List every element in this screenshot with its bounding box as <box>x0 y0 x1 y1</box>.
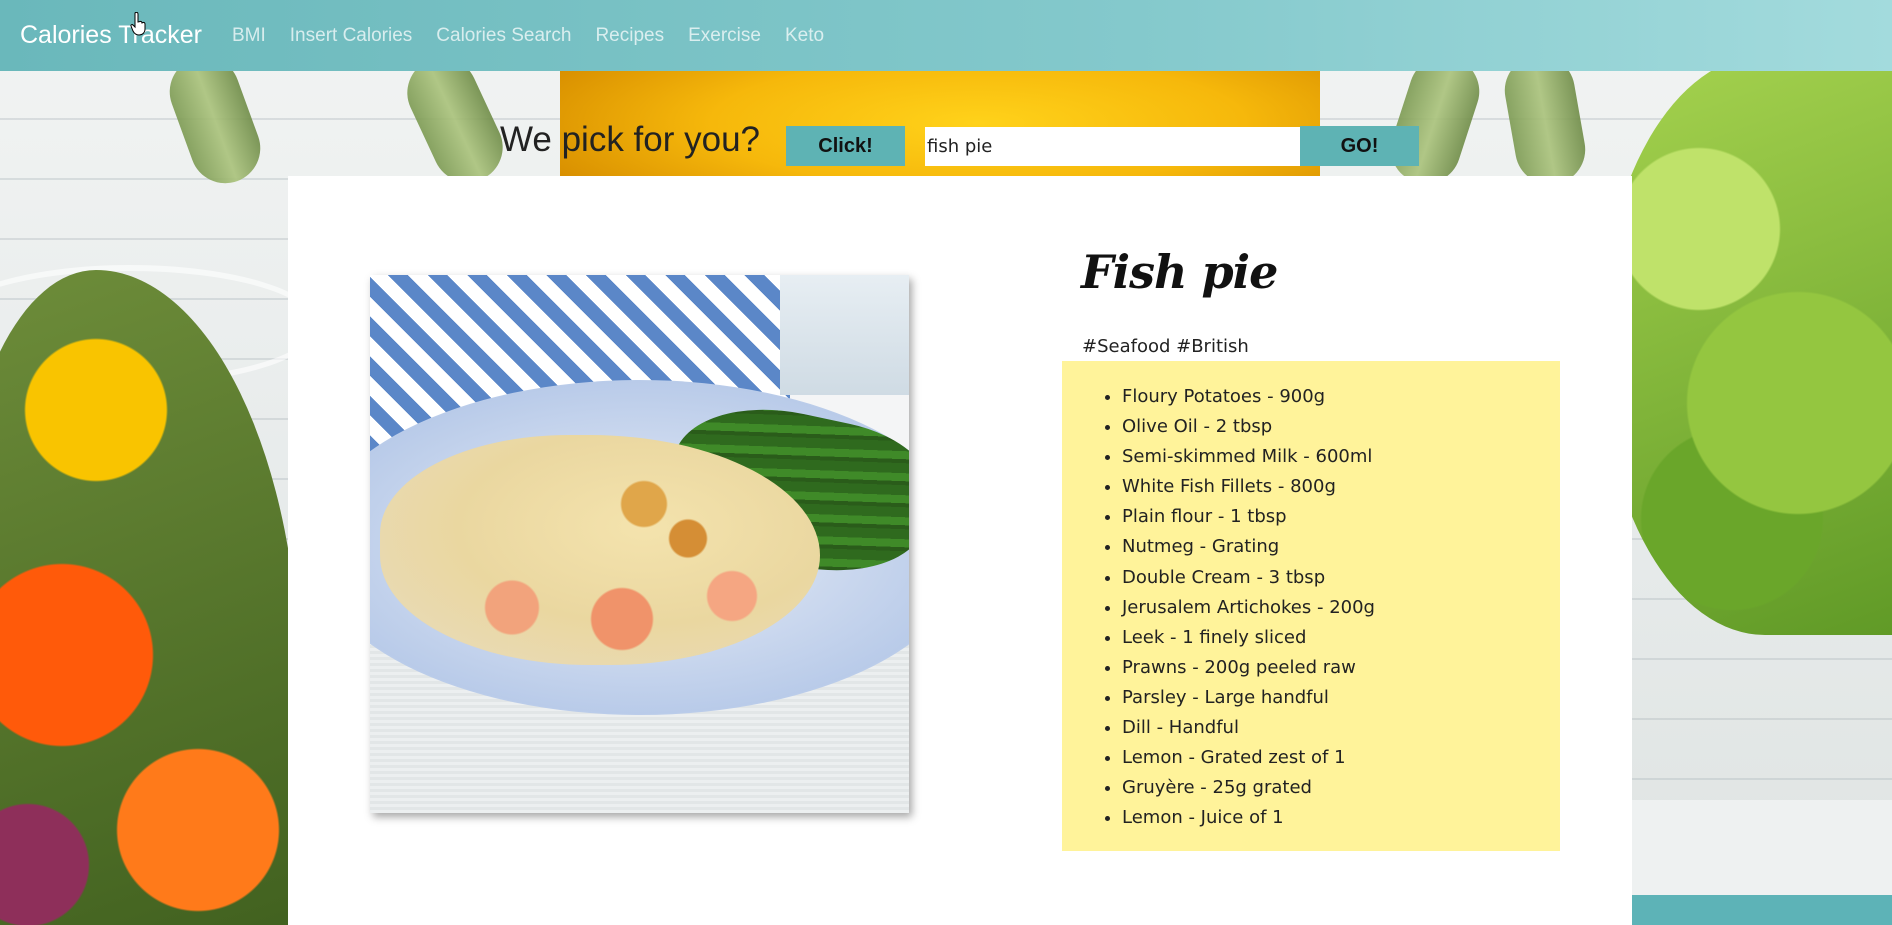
ingredient-item: Prawns - 200g peeled raw <box>1122 656 1560 686</box>
nav-link-exercise[interactable]: Exercise <box>688 25 761 47</box>
nav-link-insert-calories[interactable]: Insert Calories <box>290 25 413 47</box>
ingredient-item: Gruyère - 25g grated <box>1122 776 1560 806</box>
ingredient-item: Olive Oil - 2 tbsp <box>1122 415 1560 445</box>
ingredient-item: Parsley - Large handful <box>1122 686 1560 716</box>
nav-link-recipes[interactable]: Recipes <box>595 25 664 47</box>
ingredient-item: Semi-skimmed Milk - 600ml <box>1122 445 1560 475</box>
teal-banner-decoration <box>1632 895 1892 925</box>
recipe-photo <box>370 275 909 813</box>
recipe-tags: #Seafood #British <box>1082 336 1249 357</box>
pick-for-you-heading: We pick for you? <box>500 120 761 159</box>
ingredient-item: Jerusalem Artichokes - 200g <box>1122 596 1560 626</box>
ingredient-item: Lemon - Juice of 1 <box>1122 806 1560 836</box>
ingredient-item: Leek - 1 finely sliced <box>1122 626 1560 656</box>
brand-link[interactable]: Calories Tracker <box>20 21 202 50</box>
random-recipe-button[interactable]: Click! <box>786 126 905 166</box>
nav-link-keto[interactable]: Keto <box>785 25 824 47</box>
ingredient-item: Double Cream - 3 tbsp <box>1122 566 1560 596</box>
ingredients-list: Floury Potatoes - 900g Olive Oil - 2 tbs… <box>1122 385 1560 836</box>
top-navbar: Calories Tracker BMI Insert Calories Cal… <box>0 0 1892 71</box>
search-go-button[interactable]: GO! <box>1300 126 1419 166</box>
ingredient-item: White Fish Fillets - 800g <box>1122 475 1560 505</box>
recipe-search-input[interactable] <box>925 127 1301 166</box>
hand-cursor-icon <box>130 12 146 36</box>
nav-link-bmi[interactable]: BMI <box>232 25 266 47</box>
ingredient-item: Floury Potatoes - 900g <box>1122 385 1560 415</box>
ingredients-panel: Floury Potatoes - 900g Olive Oil - 2 tbs… <box>1062 361 1560 851</box>
ingredient-item: Lemon - Grated zest of 1 <box>1122 746 1560 776</box>
lettuce-decoration <box>1600 55 1892 635</box>
ingredient-item: Dill - Handful <box>1122 716 1560 746</box>
ingredient-item: Plain flour - 1 tbsp <box>1122 505 1560 535</box>
nav-link-calories-search[interactable]: Calories Search <box>436 25 571 47</box>
ingredient-item: Nutmeg - Grating <box>1122 535 1560 565</box>
recipe-title: Fish pie <box>1081 245 1278 299</box>
